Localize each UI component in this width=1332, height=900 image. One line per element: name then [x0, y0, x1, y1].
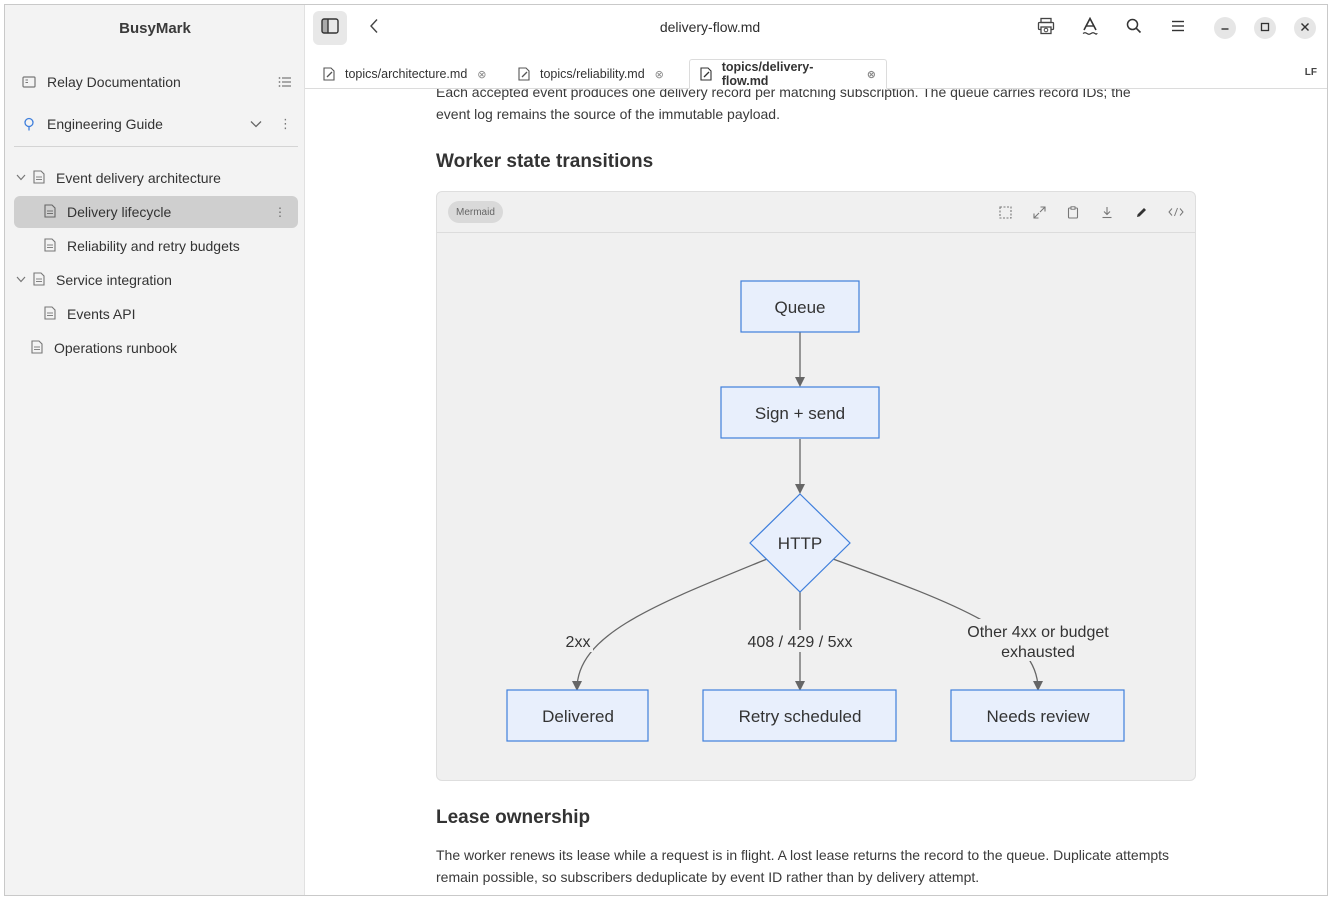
- search-icon: [1126, 18, 1142, 39]
- tab-reliability[interactable]: topics/reliability.md ⊗: [508, 59, 674, 89]
- chevron-down-icon[interactable]: [16, 173, 28, 184]
- document-icon: [33, 272, 47, 288]
- maximize-icon: [1260, 19, 1270, 37]
- tab-label: topics/reliability.md: [540, 67, 645, 81]
- node-review-label: Needs review: [987, 707, 1091, 726]
- close-button[interactable]: [1294, 17, 1316, 39]
- tree-item-label: Operations runbook: [54, 340, 177, 356]
- menu-button[interactable]: [1161, 11, 1195, 45]
- workspace-label: Relay Documentation: [47, 74, 181, 90]
- tree-item-label: Reliability and retry budgets: [67, 238, 240, 254]
- edge-label-2xx: 2xx: [566, 634, 591, 651]
- tree-item-service-integration[interactable]: Service integration: [14, 264, 298, 296]
- edit-document-icon: [323, 67, 336, 81]
- document-icon: [31, 340, 45, 356]
- document-icon: [44, 238, 58, 254]
- maximize-button[interactable]: [1254, 17, 1276, 39]
- print-preview-button[interactable]: [1029, 11, 1063, 45]
- document-icon: [44, 204, 58, 220]
- expand-icon[interactable]: [1030, 203, 1048, 221]
- lease-paragraph: The worker renews its lease while a requ…: [436, 847, 1170, 885]
- mermaid-badge: Mermaid: [448, 201, 503, 223]
- edge-label-retry: 408 / 429 / 5xx: [748, 634, 853, 651]
- tab-label: topics/architecture.md: [345, 67, 468, 81]
- chevron-down-icon[interactable]: [250, 108, 262, 140]
- tree-item-label: Service integration: [56, 272, 172, 288]
- line-ending-indicator[interactable]: LF: [1305, 67, 1317, 78]
- node-sign-send-label: Sign + send: [755, 404, 845, 423]
- tree-item-label: Delivery lifecycle: [67, 204, 172, 220]
- tab-delivery-flow[interactable]: topics/delivery-flow.md ⊗: [689, 59, 887, 89]
- tree-item-reliability-and-retry-budgets[interactable]: Reliability and retry budgets: [14, 230, 298, 262]
- edit-document-icon: [518, 67, 531, 81]
- tree-icon: [20, 115, 38, 133]
- minimize-icon: [1220, 19, 1230, 37]
- node-http-label: HTTP: [778, 534, 822, 553]
- document-title: delivery-flow.md: [659, 19, 761, 35]
- app-title: BusyMark: [119, 20, 191, 37]
- node-retry-label: Retry scheduled: [739, 707, 862, 726]
- workspace-selector[interactable]: Relay Documentation: [14, 66, 298, 98]
- close-tab-icon[interactable]: ⊗: [867, 68, 876, 81]
- heading-worker-state-transitions: Worker state transitions: [436, 151, 654, 172]
- more-vertical-icon[interactable]: ⋮: [274, 205, 286, 219]
- tab-label: topics/delivery-flow.md: [721, 60, 814, 88]
- outline-list-icon[interactable]: [278, 66, 292, 98]
- tree-item-operations-runbook[interactable]: Operations runbook: [14, 332, 298, 364]
- document-icon: [33, 170, 47, 186]
- flowchart-diagram: 2xx 408 / 429 / 5xx Other 4xx or budget …: [506, 280, 1125, 742]
- mermaid-block[interactable]: Mermaid 2xx 408 / 429 / 5xx Other 4xx or…: [436, 191, 1196, 781]
- font-icon: [1082, 16, 1098, 40]
- close-tab-icon[interactable]: ⊗: [477, 68, 486, 81]
- pencil-icon[interactable]: [1132, 203, 1150, 221]
- tab-architecture[interactable]: topics/architecture.md ⊗: [313, 59, 497, 89]
- print-preview-icon: [1037, 17, 1055, 40]
- close-tab-icon[interactable]: ⊗: [655, 68, 664, 81]
- chevron-down-icon[interactable]: [16, 275, 28, 286]
- edge-label-other-line1: Other 4xx or budget: [967, 624, 1109, 641]
- edge-label-other-line2: exhausted: [1001, 644, 1075, 661]
- tree-item-events-api[interactable]: Events API: [14, 298, 298, 330]
- more-vertical-icon[interactable]: ⋮: [279, 108, 292, 140]
- guide-label: Engineering Guide: [47, 116, 163, 132]
- sidebar: BusyMark Relay Documentation Engineering…: [5, 5, 305, 895]
- editor-content[interactable]: Each accepted event produces one deliver…: [305, 89, 1325, 895]
- guide-selector[interactable]: Engineering Guide ⋮: [14, 108, 298, 140]
- download-icon[interactable]: [1098, 203, 1116, 221]
- edit-document-icon: [700, 67, 713, 81]
- tree-item-event-delivery-architecture[interactable]: Event delivery architecture: [14, 162, 298, 194]
- node-queue-label: Queue: [774, 298, 825, 317]
- minimize-button[interactable]: [1214, 17, 1236, 39]
- tree-item-label: Event delivery architecture: [56, 170, 221, 186]
- tab-bar: topics/architecture.md ⊗ topics/reliabil…: [305, 51, 1327, 89]
- app-window: BusyMark Relay Documentation Engineering…: [4, 4, 1328, 896]
- mermaid-toolbar: Mermaid: [437, 192, 1195, 233]
- document-icon: [44, 306, 58, 322]
- copy-icon[interactable]: [1064, 203, 1082, 221]
- sidebar-divider: [14, 146, 298, 147]
- close-icon: [1300, 19, 1310, 37]
- hamburger-icon: [1171, 19, 1185, 37]
- select-icon[interactable]: [996, 203, 1014, 221]
- edge-http-delivered: [572, 558, 768, 691]
- node-delivered-label: Delivered: [542, 707, 614, 726]
- tree-item-delivery-lifecycle[interactable]: Delivery lifecycle ⋮: [14, 196, 298, 228]
- header-bar: delivery-flow.md: [305, 5, 1327, 51]
- font-button[interactable]: [1073, 11, 1107, 45]
- code-icon[interactable]: [1166, 203, 1186, 221]
- tree-item-label: Events API: [67, 306, 136, 322]
- heading-lease-ownership: Lease ownership: [436, 807, 591, 828]
- search-button[interactable]: [1117, 11, 1151, 45]
- intro-paragraph: Each accepted event produces one deliver…: [436, 89, 1131, 122]
- book-icon: [20, 73, 38, 91]
